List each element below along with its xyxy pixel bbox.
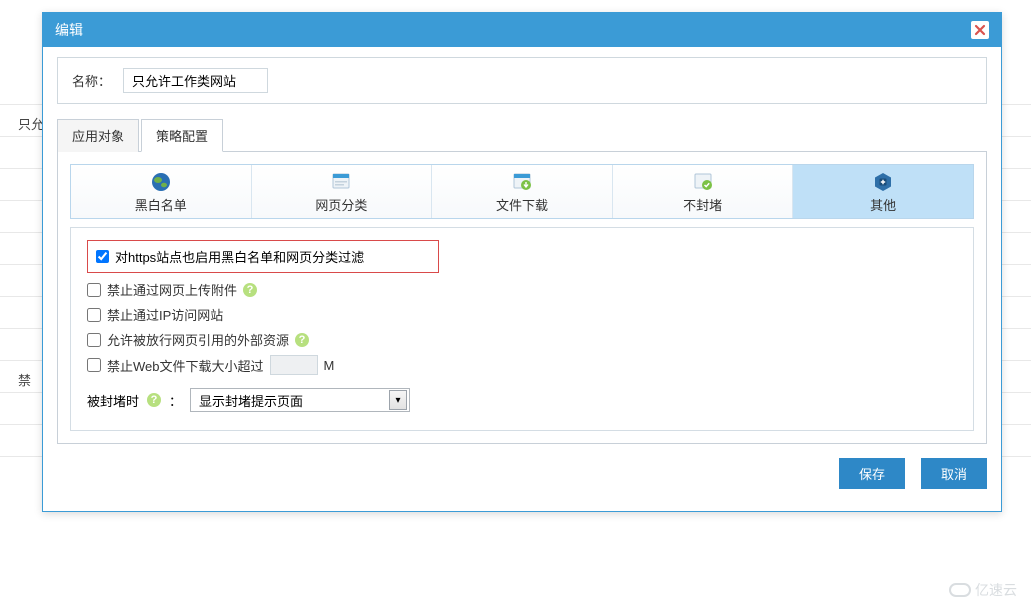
sub-tab-noblock[interactable]: 不封堵 xyxy=(613,165,794,218)
modal-header: 编辑 xyxy=(43,13,1001,47)
help-icon[interactable]: ? xyxy=(147,393,161,407)
opt-web-limit: 禁止Web文件下载大小超过 M xyxy=(87,352,957,378)
sub-tab-label: 文件下载 xyxy=(496,195,548,214)
opt-web-limit-check[interactable] xyxy=(87,358,101,372)
watermark: 亿速云 xyxy=(949,580,1017,600)
modal-body: 名称： 应用对象 策略配置 黑白名单 网页分类 xyxy=(43,47,1001,444)
block-label: 被封堵时 xyxy=(87,391,139,410)
sub-tab-bwlist[interactable]: 黑白名单 xyxy=(71,165,252,218)
opt-https-label: 对https站点也启用黑白名单和网页分类过滤 xyxy=(115,247,364,266)
globe-icon xyxy=(150,171,172,193)
tab-content: 黑白名单 网页分类 文件下载 xyxy=(57,151,987,444)
name-box: 名称： xyxy=(57,57,987,104)
block-row: 被封堵时 ? ： 显示封堵提示页面 ▾ xyxy=(87,388,957,412)
web-limit-input[interactable] xyxy=(270,355,318,375)
web-limit-unit: M xyxy=(324,358,335,373)
opt-no-upload-label: 禁止通过网页上传附件 xyxy=(107,280,237,299)
name-label: 名称： xyxy=(72,71,111,90)
watermark-logo-icon xyxy=(949,583,971,597)
sub-tab-label: 其他 xyxy=(870,195,896,214)
tab-policy[interactable]: 策略配置 xyxy=(141,119,223,152)
tab-apply[interactable]: 应用对象 xyxy=(57,119,139,152)
close-icon[interactable] xyxy=(971,21,989,39)
opt-https-check[interactable] xyxy=(96,250,109,263)
sub-tab-label: 黑白名单 xyxy=(135,195,187,214)
opt-no-ip-label: 禁止通过IP访问网站 xyxy=(107,305,223,324)
actions: 保存 取消 xyxy=(43,444,1001,511)
block-colon: ： xyxy=(169,391,182,410)
name-input[interactable] xyxy=(123,68,268,93)
block-selected: 显示封堵提示页面 xyxy=(199,391,303,410)
sub-tab-webcat[interactable]: 网页分类 xyxy=(252,165,433,218)
edit-modal: 编辑 名称： 应用对象 策略配置 黑白名单 xyxy=(42,12,1002,512)
opt-allow-ext-check[interactable] xyxy=(87,333,101,347)
opt-web-limit-label: 禁止Web文件下载大小超过 xyxy=(107,356,264,375)
opt-no-upload: 禁止通过网页上传附件 ? xyxy=(87,277,957,302)
page-icon xyxy=(330,171,352,193)
shield-icon xyxy=(692,171,714,193)
opt-allow-ext: 允许被放行网页引用的外部资源 ? xyxy=(87,327,957,352)
cancel-button[interactable]: 取消 xyxy=(921,458,987,489)
opt-no-ip-check[interactable] xyxy=(87,308,101,322)
opt-https-highlight: 对https站点也启用黑白名单和网页分类过滤 xyxy=(87,240,439,273)
sub-tabs: 黑白名单 网页分类 文件下载 xyxy=(70,164,974,219)
options-panel: 对https站点也启用黑白名单和网页分类过滤 禁止通过网页上传附件 ? 禁止通过… xyxy=(70,227,974,431)
opt-no-upload-check[interactable] xyxy=(87,283,101,297)
help-icon[interactable]: ? xyxy=(295,333,309,347)
download-icon xyxy=(511,171,533,193)
opt-no-ip: 禁止通过IP访问网站 xyxy=(87,302,957,327)
block-select[interactable]: 显示封堵提示页面 ▾ xyxy=(190,388,410,412)
plus-box-icon xyxy=(872,171,894,193)
save-button[interactable]: 保存 xyxy=(839,458,905,489)
bg-cell-2: 禁 xyxy=(18,370,31,389)
main-tabs: 应用对象 策略配置 xyxy=(57,119,987,152)
sub-tab-label: 网页分类 xyxy=(315,195,367,214)
bg-cell-1: 只允 xyxy=(18,114,44,133)
sub-tab-other[interactable]: 其他 xyxy=(793,165,973,218)
modal-title: 编辑 xyxy=(55,20,83,40)
chevron-down-icon: ▾ xyxy=(389,390,407,410)
sub-tab-filedl[interactable]: 文件下载 xyxy=(432,165,613,218)
help-icon[interactable]: ? xyxy=(243,283,257,297)
sub-tab-label: 不封堵 xyxy=(683,195,722,214)
opt-allow-ext-label: 允许被放行网页引用的外部资源 xyxy=(107,330,289,349)
watermark-text: 亿速云 xyxy=(975,580,1017,600)
